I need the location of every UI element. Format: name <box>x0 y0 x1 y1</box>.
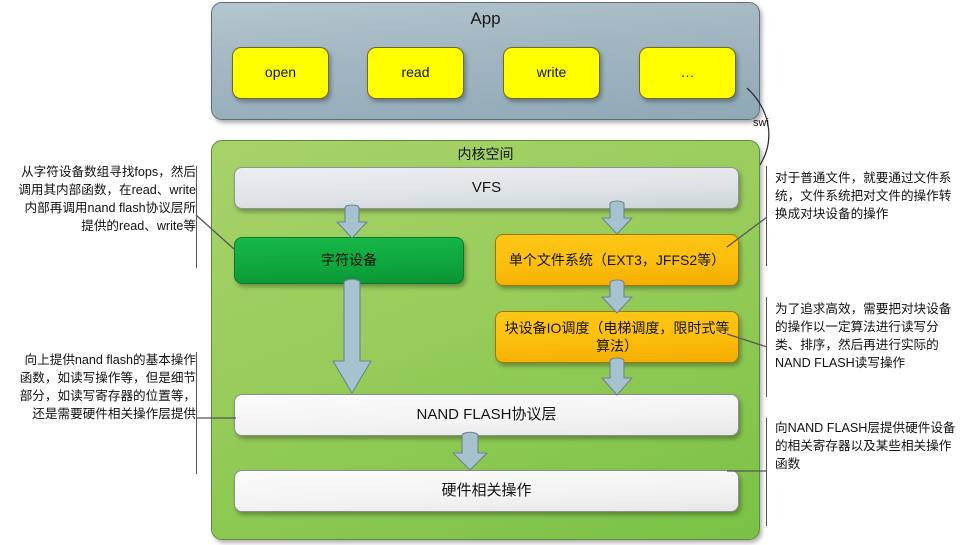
hardware-ops-annotation-leader <box>727 465 771 477</box>
filesystem-layer-label: 单个文件系统（EXT3，JFFS2等） <box>508 251 726 268</box>
write-syscall-box[interactable]: write <box>503 47 600 99</box>
block-io-annotation: 为了追求高效，需要把对块设备的操作以一定算法进行读写分类、排序，然后再进行实际的… <box>775 302 952 370</box>
open-syscall-box[interactable]: open <box>232 47 329 99</box>
filesystem-annotation: 对于普通文件，就要通过文件系统，文件系统把对文件的操作转换成对块设备的操作 <box>775 171 952 221</box>
hardware-ops-layer-box[interactable]: 硬件相关操作 <box>234 470 739 512</box>
char-device-layer-box[interactable]: 字符设备 <box>234 237 464 284</box>
vfs-layer-label: VFS <box>471 179 502 197</box>
app-title: App <box>470 9 501 28</box>
read-syscall-label: read <box>401 64 430 81</box>
arrow-nand-protocol-to-hardware-ops <box>448 431 492 473</box>
swi-label: swi <box>753 117 769 129</box>
nand-protocol-layer-label: NAND FLASH协议层 <box>416 406 557 424</box>
app-container: App open read write … <box>211 2 760 120</box>
other-syscall-label: … <box>680 64 695 81</box>
arrow-vfs-to-filesystem <box>597 200 637 237</box>
block-io-scheduler-label: 块设备IO调度（电梯调度，限时式等算法） <box>504 319 730 354</box>
char-device-annotation: 从字符设备数组寻找fops，然后调用其内部函数，在read、write内部再调用… <box>18 165 196 233</box>
read-syscall-box[interactable]: read <box>367 47 464 99</box>
nand-protocol-annotation: 向上提供nand flash的基本操作函数，如读写操作等，但是细节部分，如读写寄… <box>19 353 196 421</box>
arrow-filesystem-to-block-io <box>597 279 637 316</box>
char-device-layer-label: 字符设备 <box>321 252 377 269</box>
nand-protocol-annotation-leader <box>196 413 238 423</box>
arrow-vfs-to-char-device <box>332 204 372 241</box>
arrow-block-io-to-nand-protocol <box>597 357 637 398</box>
hardware-ops-layer-label: 硬件相关操作 <box>441 482 532 500</box>
open-syscall-label: open <box>264 64 297 81</box>
write-syscall-label: write <box>536 64 567 81</box>
kernel-space-container: 内核空间 VFS 字符设备 单个文件系统（EXT3，JFFS2等） 块设备IO调… <box>211 140 760 540</box>
diagram-canvas: App open read write … swi 内核空间 VFS 字符设备 <box>0 0 962 545</box>
filesystem-layer-box[interactable]: 单个文件系统（EXT3，JFFS2等） <box>495 234 739 286</box>
char-device-annotation-leader <box>195 214 238 261</box>
nand-protocol-layer-box[interactable]: NAND FLASH协议层 <box>234 394 739 436</box>
vfs-layer-box[interactable]: VFS <box>234 167 739 209</box>
kernel-space-title: 内核空间 <box>457 146 514 162</box>
block-io-annotation-leader <box>726 331 771 351</box>
arrow-char-device-to-nand-protocol <box>328 278 376 397</box>
block-io-scheduler-box[interactable]: 块设备IO调度（电梯调度，限时式等算法） <box>495 311 739 363</box>
hardware-ops-annotation: 向NAND FLASH层提供硬件设备的相关寄存器以及某些相关操作函数 <box>775 421 956 471</box>
filesystem-annotation-leader <box>726 215 771 253</box>
